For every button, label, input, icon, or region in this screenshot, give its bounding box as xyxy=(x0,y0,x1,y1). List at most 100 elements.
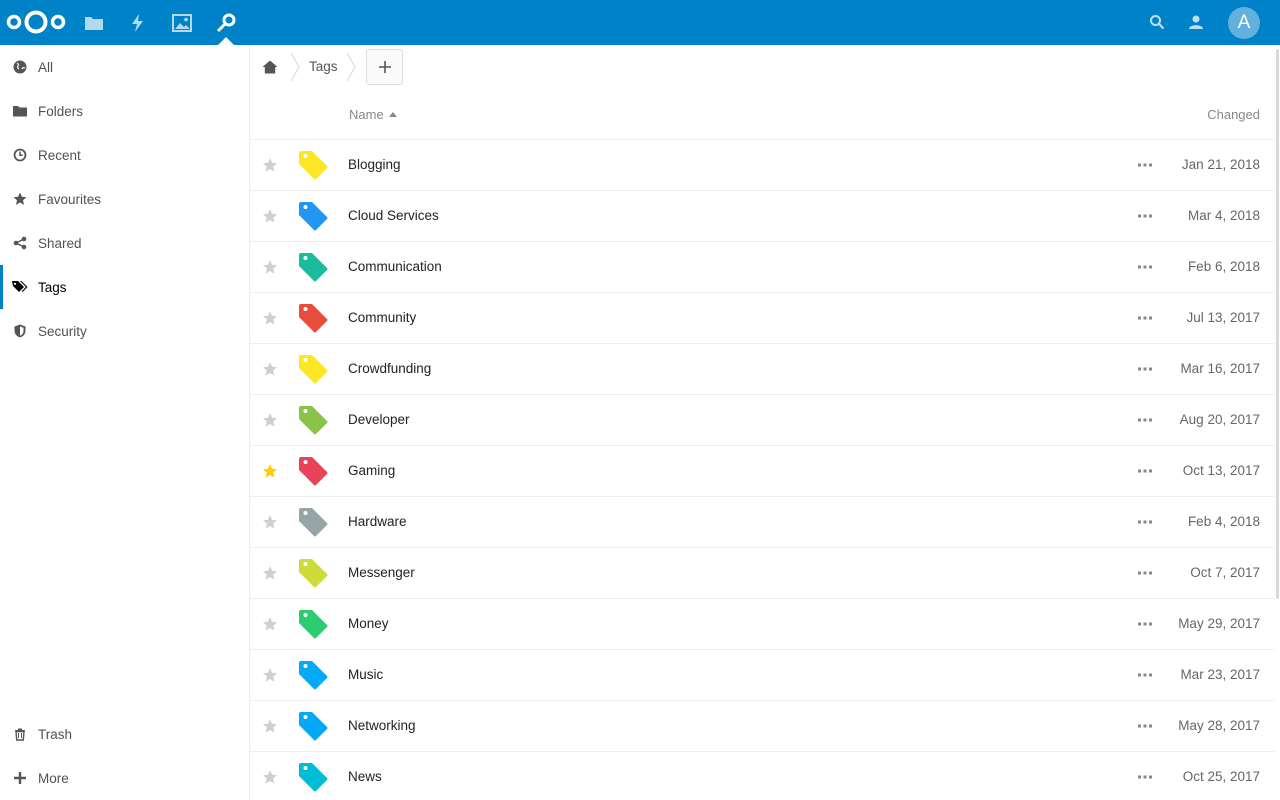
tag-name[interactable]: Cloud Services xyxy=(348,208,439,223)
tag-name[interactable]: Developer xyxy=(348,412,410,427)
search-icon[interactable] xyxy=(1146,11,1168,33)
more-actions-icon[interactable] xyxy=(1136,768,1154,786)
tag-name[interactable]: Music xyxy=(348,667,383,682)
breadcrumb-tags[interactable]: Tags xyxy=(309,59,338,74)
sidebar-item-favourites[interactable]: Favourites xyxy=(0,177,249,221)
passwords-icon[interactable] xyxy=(214,11,238,35)
tag-icon xyxy=(299,304,328,333)
favourite-star-icon[interactable] xyxy=(262,718,278,734)
tag-icon xyxy=(299,253,328,282)
favourite-star-icon[interactable] xyxy=(262,616,278,632)
sidebar-item-tags[interactable]: Tags xyxy=(0,265,249,309)
table-row[interactable]: Gaming Oct 13, 2017 xyxy=(250,446,1275,497)
more-actions-icon[interactable] xyxy=(1136,411,1154,429)
tag-name[interactable]: Blogging xyxy=(348,157,401,172)
tag-name[interactable]: Networking xyxy=(348,718,416,733)
tag-name[interactable]: Communication xyxy=(348,259,442,274)
sidebar-item-label: Trash xyxy=(38,726,73,742)
nextcloud-logo[interactable] xyxy=(6,10,66,34)
sidebar-item-trash[interactable]: Trash xyxy=(0,712,249,756)
scrollbar[interactable] xyxy=(1275,45,1280,800)
favourite-star-icon[interactable] xyxy=(262,463,278,479)
tag-icon xyxy=(299,355,328,384)
more-actions-icon[interactable] xyxy=(1136,156,1154,174)
breadcrumb-separator xyxy=(290,53,300,81)
favourite-star-icon[interactable] xyxy=(262,361,278,377)
sidebar-item-label: Tags xyxy=(38,279,67,295)
favourite-star-icon[interactable] xyxy=(262,667,278,683)
sidebar-item-security[interactable]: Security xyxy=(0,309,249,353)
table-row[interactable]: Networking May 28, 2017 xyxy=(250,701,1275,752)
favourite-star-icon[interactable] xyxy=(262,565,278,581)
more-actions-icon[interactable] xyxy=(1136,360,1154,378)
globe-icon xyxy=(0,60,38,74)
breadcrumb-separator xyxy=(346,53,356,81)
sidebar-item-recent[interactable]: Recent xyxy=(0,133,249,177)
changed-date: Aug 20, 2017 xyxy=(1179,412,1260,427)
tag-name[interactable]: News xyxy=(348,769,382,784)
tag-icon xyxy=(299,610,328,639)
column-header-changed[interactable]: Changed xyxy=(1207,107,1260,122)
sidebar-item-label: Folders xyxy=(38,103,84,119)
activity-icon[interactable] xyxy=(126,11,150,35)
sidebar-item-label: Favourites xyxy=(38,191,102,207)
sidebar-item-folders[interactable]: Folders xyxy=(0,89,249,133)
more-actions-icon[interactable] xyxy=(1136,462,1154,480)
home-icon[interactable] xyxy=(260,57,280,77)
sidebar-item-shared[interactable]: Shared xyxy=(0,221,249,265)
files-icon[interactable] xyxy=(82,11,106,35)
changed-date: Oct 25, 2017 xyxy=(1182,769,1260,784)
favourite-star-icon[interactable] xyxy=(262,769,278,785)
more-actions-icon[interactable] xyxy=(1136,207,1154,225)
changed-date: Mar 23, 2017 xyxy=(1180,667,1260,682)
favourite-star-icon[interactable] xyxy=(262,208,278,224)
more-actions-icon[interactable] xyxy=(1136,258,1154,276)
contacts-icon[interactable] xyxy=(1185,11,1207,33)
more-actions-icon[interactable] xyxy=(1136,309,1154,327)
tag-name[interactable]: Money xyxy=(348,616,389,631)
plus-icon xyxy=(378,61,391,73)
tag-icon xyxy=(299,712,328,741)
table-row[interactable]: Music Mar 23, 2017 xyxy=(250,650,1275,701)
table-row[interactable]: Blogging Jan 21, 2018 xyxy=(250,140,1275,191)
favourite-star-icon[interactable] xyxy=(262,259,278,275)
sidebar-item-label: More xyxy=(38,770,69,786)
tag-icon xyxy=(299,151,328,180)
more-actions-icon[interactable] xyxy=(1136,615,1154,633)
tag-name[interactable]: Hardware xyxy=(348,514,407,529)
table-row[interactable]: News Oct 25, 2017 xyxy=(250,752,1275,800)
more-actions-icon[interactable] xyxy=(1136,513,1154,531)
top-header: A xyxy=(0,0,1280,45)
sidebar-item-label: Security xyxy=(38,323,87,339)
table-row[interactable]: Hardware Feb 4, 2018 xyxy=(250,497,1275,548)
tag-icon xyxy=(299,559,328,588)
table-row[interactable]: Messenger Oct 7, 2017 xyxy=(250,548,1275,599)
scrollbar-thumb[interactable] xyxy=(1276,49,1279,599)
table-row[interactable]: Money May 29, 2017 xyxy=(250,599,1275,650)
sidebar-item-more[interactable]: More xyxy=(0,756,249,800)
changed-date: Feb 4, 2018 xyxy=(1187,514,1260,529)
table-row[interactable]: Communication Feb 6, 2018 xyxy=(250,242,1275,293)
favourite-star-icon[interactable] xyxy=(262,310,278,326)
more-actions-icon[interactable] xyxy=(1136,717,1154,735)
trash-icon xyxy=(0,727,38,741)
gallery-icon[interactable] xyxy=(170,11,194,35)
favourite-star-icon[interactable] xyxy=(262,412,278,428)
tag-name[interactable]: Messenger xyxy=(348,565,415,580)
breadcrumb: Tags xyxy=(250,45,1280,89)
favourite-star-icon[interactable] xyxy=(262,157,278,173)
tag-name[interactable]: Gaming xyxy=(348,463,395,478)
add-button[interactable] xyxy=(366,49,403,85)
sidebar-item-all[interactable]: All xyxy=(0,45,249,89)
tag-name[interactable]: Crowdfunding xyxy=(348,361,431,376)
more-actions-icon[interactable] xyxy=(1136,666,1154,684)
more-actions-icon[interactable] xyxy=(1136,564,1154,582)
avatar[interactable]: A xyxy=(1228,7,1260,39)
table-row[interactable]: Cloud Services Mar 4, 2018 xyxy=(250,191,1275,242)
favourite-star-icon[interactable] xyxy=(262,514,278,530)
tag-name[interactable]: Community xyxy=(348,310,416,325)
column-header-name[interactable]: Name xyxy=(349,107,397,122)
table-row[interactable]: Crowdfunding Mar 16, 2017 xyxy=(250,344,1275,395)
table-row[interactable]: Community Jul 13, 2017 xyxy=(250,293,1275,344)
table-row[interactable]: Developer Aug 20, 2017 xyxy=(250,395,1275,446)
